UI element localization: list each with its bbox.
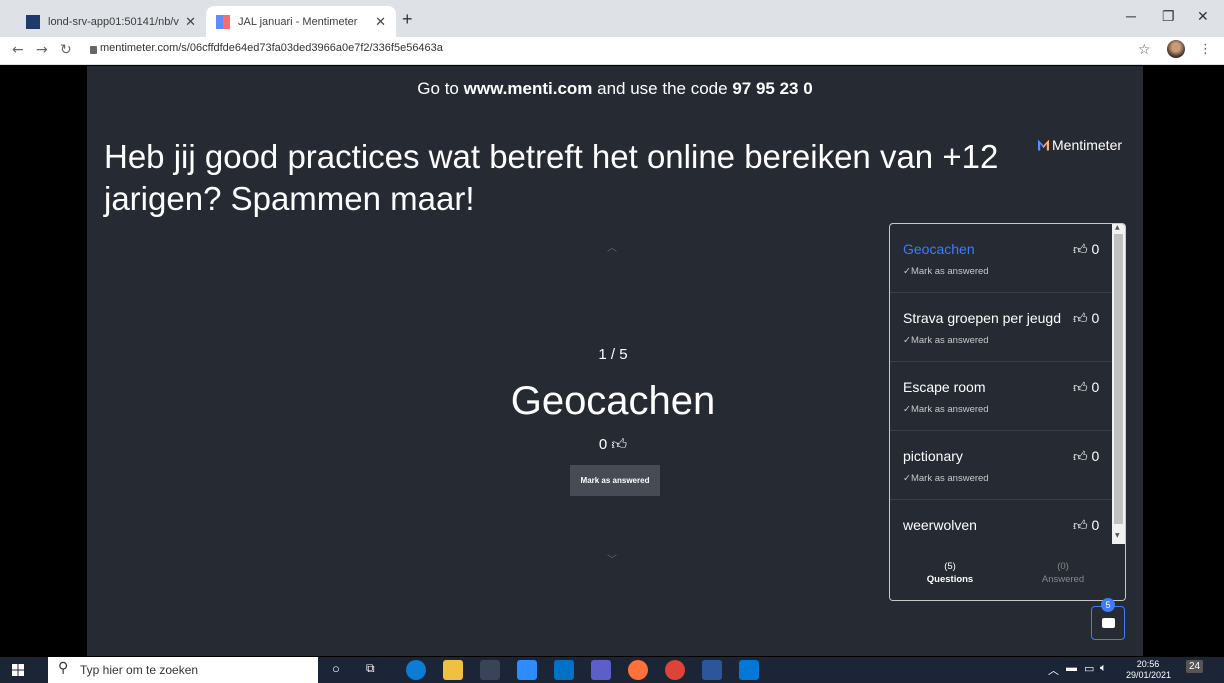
bookmark-star-icon[interactable]: ☆ xyxy=(1138,42,1151,58)
word-icon[interactable] xyxy=(702,660,722,680)
system-clock[interactable]: 20:56 29/01/2021 xyxy=(1126,659,1172,681)
brand-label: Mentimeter xyxy=(1052,137,1123,153)
browser-tab-inactive[interactable]: lond-srv-app01:50141/nb/vergad ✕ xyxy=(16,6,206,37)
previous-chevron-icon[interactable]: ︿ xyxy=(607,239,617,254)
forward-icon[interactable]: → xyxy=(36,42,48,58)
question-text: Strava groepen per jeugd xyxy=(903,310,1061,326)
menu-kebab-icon[interactable]: ⋮ xyxy=(1199,42,1212,57)
vote-count: 👍︎ 0 xyxy=(1073,241,1100,257)
list-item[interactable]: pictionary 👍︎ 0 ✓Mark as answered xyxy=(890,431,1112,500)
reload-icon[interactable]: ↻ xyxy=(60,42,72,58)
search-icon: ⚲ xyxy=(58,660,69,676)
taskbar-search[interactable]: ⚲ Typ hier om te zoeken xyxy=(48,657,318,683)
answer-counter: 1 / 5 xyxy=(598,346,628,363)
clock-date: 29/01/2021 xyxy=(1126,670,1172,680)
qa-toggle-button[interactable]: 5 xyxy=(1091,598,1125,640)
mark-as-answered-link[interactable]: ✓Mark as answered xyxy=(903,335,989,346)
tab-count: (5) xyxy=(944,561,956,572)
scroll-up-icon[interactable]: ▲ xyxy=(1115,224,1120,231)
mentimeter-brand: Mentimeter xyxy=(1038,137,1122,153)
current-answer: Geocachen xyxy=(510,379,716,423)
site-favicon-icon xyxy=(26,14,40,29)
search-placeholder: Typ hier om te zoeken xyxy=(80,663,199,677)
new-tab-button[interactable]: + xyxy=(402,9,413,30)
thumbs-up-icon: 👍︎ xyxy=(611,436,628,453)
battery-icon[interactable]: ▬ xyxy=(1066,662,1077,674)
current-votes: 0 👍︎ xyxy=(563,436,663,454)
mark-as-answered-button[interactable]: Mark as answered xyxy=(570,465,660,496)
chevron-up-icon[interactable]: ︿ xyxy=(1048,662,1059,678)
photos-icon[interactable] xyxy=(739,660,759,680)
panel-scrollbar[interactable]: ▲ ▼ xyxy=(1112,224,1125,544)
chrome-icon[interactable] xyxy=(665,660,685,680)
join-prefix: Go to xyxy=(417,79,459,98)
notifications-button[interactable]: 24 xyxy=(1186,660,1204,673)
next-chevron-icon[interactable]: ﹀ xyxy=(607,551,617,566)
browser-tab-bar: lond-srv-app01:50141/nb/vergad ✕ JAL jan… xyxy=(0,0,1224,37)
notification-count: 24 xyxy=(1189,661,1201,672)
scrollbar-thumb[interactable] xyxy=(1114,234,1123,524)
tab-title: lond-srv-app01:50141/nb/vergad xyxy=(48,15,179,28)
vote-count: 👍︎ 0 xyxy=(1073,517,1100,533)
join-middle: and use the code xyxy=(597,79,728,98)
zoom-icon[interactable] xyxy=(517,660,537,680)
mark-as-answered-link[interactable]: ✓Mark as answered xyxy=(903,404,989,415)
qa-count-badge: 5 xyxy=(1101,598,1115,612)
windows-start-icon[interactable] xyxy=(12,664,24,676)
maximize-icon[interactable]: ❐ xyxy=(1162,8,1175,25)
task-view-icon[interactable]: ⧉ xyxy=(366,661,375,676)
profile-avatar[interactable] xyxy=(1167,40,1185,58)
cortana-icon[interactable]: ○ xyxy=(332,661,340,676)
clock-time: 20:56 xyxy=(1136,659,1160,669)
outlook-icon[interactable] xyxy=(554,660,574,680)
tab-title: JAL januari - Mentimeter xyxy=(238,15,358,28)
close-window-icon[interactable]: ✕ xyxy=(1197,8,1209,25)
vote-count: 👍︎ 0 xyxy=(1073,310,1100,326)
mentimeter-favicon-icon xyxy=(216,14,230,29)
list-item[interactable]: Strava groepen per jeugd 👍︎ 0 ✓Mark as a… xyxy=(890,293,1112,362)
file-explorer-icon[interactable] xyxy=(443,660,463,680)
address-bar: ← → ↻ mentimeter.com/s/06cffdfde64ed73fa… xyxy=(0,37,1224,65)
edge-icon[interactable] xyxy=(406,660,426,680)
question-text: weerwolven xyxy=(903,517,977,533)
chat-icon xyxy=(1102,618,1115,628)
panel-footer-tabs: (5) Questions (0) Answered xyxy=(890,550,1125,600)
browser-tab-active[interactable]: JAL januari - Mentimeter ✕ xyxy=(206,6,396,37)
network-icon[interactable]: ▭ xyxy=(1084,662,1094,675)
minimize-icon[interactable]: ─ xyxy=(1126,8,1136,24)
back-icon[interactable]: ← xyxy=(12,42,24,58)
teams-icon[interactable] xyxy=(591,660,611,680)
join-instructions: Go to www.menti.com and use the code 97 … xyxy=(87,79,1143,99)
app-icon[interactable] xyxy=(480,660,500,680)
close-icon[interactable]: ✕ xyxy=(185,14,196,30)
lock-icon xyxy=(90,46,97,54)
list-item[interactable]: Geocachen 👍︎ 0 ✓Mark as answered xyxy=(890,224,1112,293)
volume-icon[interactable]: 🔈︎ xyxy=(1100,662,1107,675)
current-vote-count: 0 xyxy=(598,436,608,453)
question-text: pictionary xyxy=(903,448,963,464)
question-title: Heb jij good practices wat betreft het o… xyxy=(104,138,999,217)
list-item[interactable]: Escape room 👍︎ 0 ✓Mark as answered xyxy=(890,362,1112,431)
join-code: 97 95 23 0 xyxy=(732,79,813,98)
qa-panel: Geocachen 👍︎ 0 ✓Mark as answered Strava … xyxy=(889,223,1126,601)
mark-as-answered-link[interactable]: ✓Mark as answered xyxy=(903,473,989,484)
tab-label: Questions xyxy=(926,574,974,585)
close-icon[interactable]: ✕ xyxy=(375,14,386,30)
tab-count: (0) xyxy=(1057,561,1069,572)
firefox-icon[interactable] xyxy=(628,660,648,680)
vote-count: 👍︎ 0 xyxy=(1073,448,1100,464)
mark-as-answered-link[interactable]: ✓Mark as answered xyxy=(903,266,989,277)
mentimeter-logo-icon xyxy=(1038,139,1049,151)
tab-label: Answered xyxy=(1041,574,1085,585)
windows-taskbar: ⚲ Typ hier om te zoeken ○ ⧉ ︿ ▬ ▭ 🔈︎ 20:… xyxy=(0,657,1224,683)
vote-count: 👍︎ 0 xyxy=(1073,379,1100,395)
question-text: Geocachen xyxy=(903,241,975,257)
question-text: Escape room xyxy=(903,379,986,395)
url-field[interactable]: mentimeter.com/s/06cffdfde64ed73fa03ded3… xyxy=(100,42,443,54)
tab-questions[interactable]: (5) Questions xyxy=(905,560,995,586)
scroll-down-icon[interactable]: ▼ xyxy=(1115,532,1120,539)
tab-answered[interactable]: (0) Answered xyxy=(1018,560,1108,586)
join-site: www.menti.com xyxy=(463,79,593,98)
